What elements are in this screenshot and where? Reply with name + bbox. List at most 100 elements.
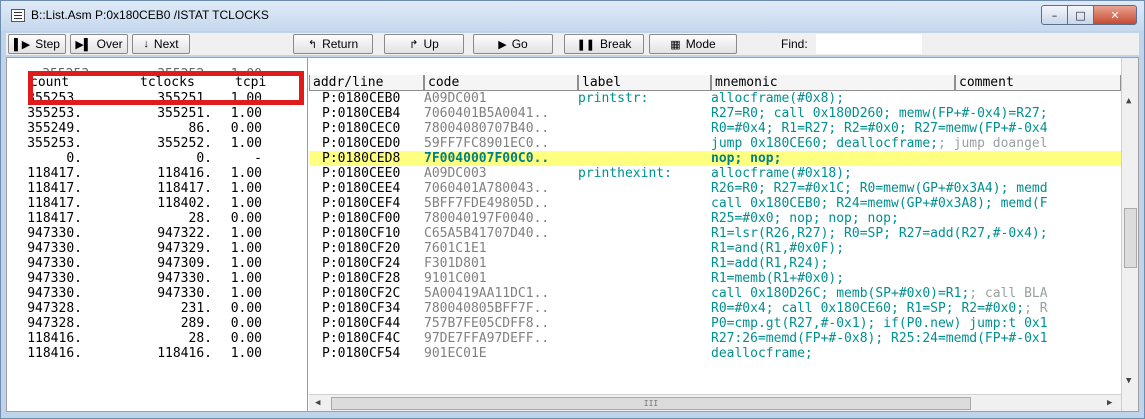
mnemonic-text: P0=cmp.gt(R27,#-0x1); if(P0.new) jump:t … xyxy=(711,316,1048,331)
disassembly-row[interactable]: P:0180CED0 59FF7FC8901EC0.. jump 0x180CE60… xyxy=(309,136,1121,151)
disassembly-row[interactable]: P:0180CEF4 5BFF7FDE49805D.. call 0x180CEB0… xyxy=(309,196,1121,211)
scroll-right-icon[interactable]: ▶ xyxy=(1107,398,1112,408)
count-cell: 0. xyxy=(66,151,82,166)
disassembly-row[interactable]: P:0180CF4C 97DE7FFA97DEFF.. R27:26=memd(FP… xyxy=(309,331,1121,346)
statistics-row[interactable]: 0. 0. - xyxy=(7,151,307,166)
mode-button[interactable]: ▦ Mode xyxy=(649,34,737,54)
count-cell: 947330. xyxy=(27,241,82,256)
statistics-list: 355253. 355252. 1.00 count tclocks tcpi … xyxy=(7,58,308,411)
column-header-comment[interactable]: comment xyxy=(955,75,1121,91)
statistics-row[interactable]: 118417. 118416. 1.00 xyxy=(7,166,307,181)
statistics-row[interactable]: 947330. 947322. 1.00 xyxy=(7,226,307,241)
statistics-row[interactable]: 355253. 355251. 1.00 xyxy=(7,106,307,121)
mnemonic-comment-cell: R27:26=memd(FP+#-0x8); R25:24=memd(FP+#-… xyxy=(711,331,1121,346)
disassembly-row[interactable]: P:0180CEB0 A09DC001 printstr: allocframe(#0… xyxy=(309,91,1121,106)
mnemonic-comment-cell: R1=lsr(R26,R27); R0=SP; R27=add(R27,#-0x… xyxy=(711,226,1121,241)
disassembly-row[interactable]: P:0180CF10 C65A5B41707D40.. R1=lsr(R26,R27… xyxy=(309,226,1121,241)
label-cell: printhexint: xyxy=(578,166,672,181)
disassembly-row[interactable]: P:0180CF44 757B7FE05CDFF8.. P0=cmp.gt(R27,… xyxy=(309,316,1121,331)
count-cell: 118417. xyxy=(27,181,82,196)
address-cell: P:0180CEE4 xyxy=(322,181,401,196)
step-button[interactable]: ▌▶ Step xyxy=(8,34,66,54)
go-button[interactable]: ▶ Go xyxy=(473,34,553,54)
column-header-addr-line[interactable]: addr/line xyxy=(309,75,424,91)
maximize-button[interactable]: □ xyxy=(1067,5,1094,25)
horizontal-scrollbar[interactable]: ◀ III ▶ xyxy=(309,394,1121,411)
column-header-mnemonic[interactable]: mnemonic xyxy=(711,75,955,91)
statistics-row[interactable]: 118416. 118416. 1.00 xyxy=(7,346,307,361)
step-icon: ▌▶ xyxy=(14,38,31,51)
address-cell: P:0180CF34 xyxy=(322,301,401,316)
disassembly-row[interactable]: P:0180CF28 9101C001 R1=memb(R1+#0x0); xyxy=(309,271,1121,286)
tclocks-cell: 947322. xyxy=(157,226,212,241)
address-cell: P:0180CF24 xyxy=(322,256,401,271)
mnemonic-text: R1=memb(R1+#0x0); xyxy=(711,271,845,286)
disassembly-row[interactable]: P:0180CF2C 5A00419AA11DC1.. call 0x180D26C… xyxy=(309,286,1121,301)
tcpi-cell: 1.00 xyxy=(230,256,262,271)
mnemonic-text: allocframe(#0x8); xyxy=(711,91,845,106)
tclocks-cell: 118416. xyxy=(157,346,212,361)
disassembly-row[interactable]: P:0180CEB4 7060401B5A0041.. R27=R0; call 0… xyxy=(309,106,1121,121)
mnemonic-text: R26=R0; R27=#0x1C; R0=memw(GP+#0x3A4); m… xyxy=(711,181,1048,196)
mnemonic-text: call 0x180D26C; memb(SP+#0x0)=R1; xyxy=(711,286,970,301)
statistics-row[interactable]: 947330. 947329. 1.00 xyxy=(7,241,307,256)
disassembly-row[interactable]: P:0180CF00 780040197F0040.. R25=#0x0; nop;… xyxy=(309,211,1121,226)
disassembly-row[interactable]: P:0180CEC0 78004080707B40.. R0=#0x4; R1=R2… xyxy=(309,121,1121,136)
column-header-label[interactable]: label xyxy=(578,75,711,91)
comment-text: ; R xyxy=(1024,301,1048,316)
vertical-scrollbar[interactable]: ▲ ▼ xyxy=(1121,58,1138,411)
label-cell xyxy=(578,316,709,331)
statistics-row[interactable]: 947330. 947309. 1.00 xyxy=(7,256,307,271)
count-cell: 947330. xyxy=(27,286,82,301)
disassembly-row[interactable]: P:0180CED8 7F0040007F00C0.. nop; nop; xyxy=(309,151,1121,166)
break-button[interactable]: ❚❚ Break xyxy=(564,34,644,54)
column-header-code[interactable]: code xyxy=(424,75,578,91)
step-label: Step xyxy=(35,37,60,51)
statistics-row[interactable]: 355253. 355252. 1.00 xyxy=(7,136,307,151)
mnemonic-comment-cell: R0=#0x4; R1=R27; R2=#0x0; R27=memw(FP+#-… xyxy=(711,121,1121,136)
disassembly-row[interactable]: P:0180CF54 901EC01E deallocframe; xyxy=(309,346,1121,361)
address-cell: P:0180CF54 xyxy=(322,346,401,361)
statistics-row[interactable]: 355249. 86. 0.00 xyxy=(7,121,307,136)
disassembly-row[interactable]: P:0180CEE0 A09DC003 printhexint: allocframe… xyxy=(309,166,1121,181)
statistics-row[interactable]: 118417. 118417. 1.00 xyxy=(7,181,307,196)
tclocks-cell: 947329. xyxy=(157,241,212,256)
statistics-row[interactable]: 947330. 947330. 1.00 xyxy=(7,271,307,286)
find-input[interactable] xyxy=(816,34,922,54)
break-icon: ❚❚ xyxy=(576,38,596,51)
statistics-row[interactable]: 118416. 28. 0.00 xyxy=(7,331,307,346)
statistics-row[interactable]: 118417. 28. 0.00 xyxy=(7,211,307,226)
scroll-down-icon[interactable]: ▼ xyxy=(1126,376,1131,386)
close-button[interactable]: ✕ xyxy=(1093,5,1137,25)
code-cell: 757B7FE05CDFF8.. xyxy=(424,316,550,331)
statistics-row[interactable]: 947330. 947330. 1.00 xyxy=(7,286,307,301)
return-label: Return xyxy=(322,37,359,51)
minimize-button[interactable]: – xyxy=(1041,5,1068,25)
statistics-row[interactable]: 947328. 289. 0.00 xyxy=(7,316,307,331)
statistics-row[interactable]: 118417. 118402. 1.00 xyxy=(7,196,307,211)
code-cell: F301D801 xyxy=(424,256,487,271)
code-cell: A09DC001 xyxy=(424,91,487,106)
disassembly-row[interactable]: P:0180CF24 F301D801 R1=add(R1,R24); xyxy=(309,256,1121,271)
disassembly-row[interactable]: P:0180CEE4 7060401A780043.. R26=R0; R27=#0… xyxy=(309,181,1121,196)
scroll-up-icon[interactable]: ▲ xyxy=(1126,96,1131,106)
next-button[interactable]: ↓ Next xyxy=(132,34,190,54)
mnemonic-comment-cell: P0=cmp.gt(R27,#-0x1); if(P0.new) jump:t … xyxy=(711,316,1121,331)
return-button[interactable]: ↰ Return xyxy=(293,34,373,54)
vertical-scroll-thumb[interactable] xyxy=(1124,208,1137,268)
over-button[interactable]: ▶▌ Over xyxy=(70,34,128,54)
up-button[interactable]: ↱ Up xyxy=(384,34,464,54)
scroll-left-icon[interactable]: ◀ xyxy=(315,398,320,408)
title-bar[interactable]: B::List.Asm P:0x180CEB0 /ISTAT TCLOCKS –… xyxy=(1,1,1144,31)
code-cell: 7060401A780043.. xyxy=(424,181,550,196)
mnemonic-comment-cell: R27=R0; call 0x180D260; memw(FP+#-0x4)=R… xyxy=(711,106,1121,121)
count-cell: 947330. xyxy=(27,226,82,241)
horizontal-scroll-thumb[interactable]: III xyxy=(331,397,971,410)
statistics-row[interactable]: 947328. 231. 0.00 xyxy=(7,301,307,316)
disassembly-row[interactable]: P:0180CF20 7601C1E1 R1=and(R1,#0x0F); xyxy=(309,241,1121,256)
break-label: Break xyxy=(600,37,632,51)
disassembly-row[interactable]: P:0180CF34 780040805BFF7F.. R0=#0x4; call … xyxy=(309,301,1121,316)
mnemonic-comment-cell: nop; nop; xyxy=(711,151,1121,166)
label-cell xyxy=(578,256,709,271)
tclocks-cell: 355251. xyxy=(157,106,212,121)
